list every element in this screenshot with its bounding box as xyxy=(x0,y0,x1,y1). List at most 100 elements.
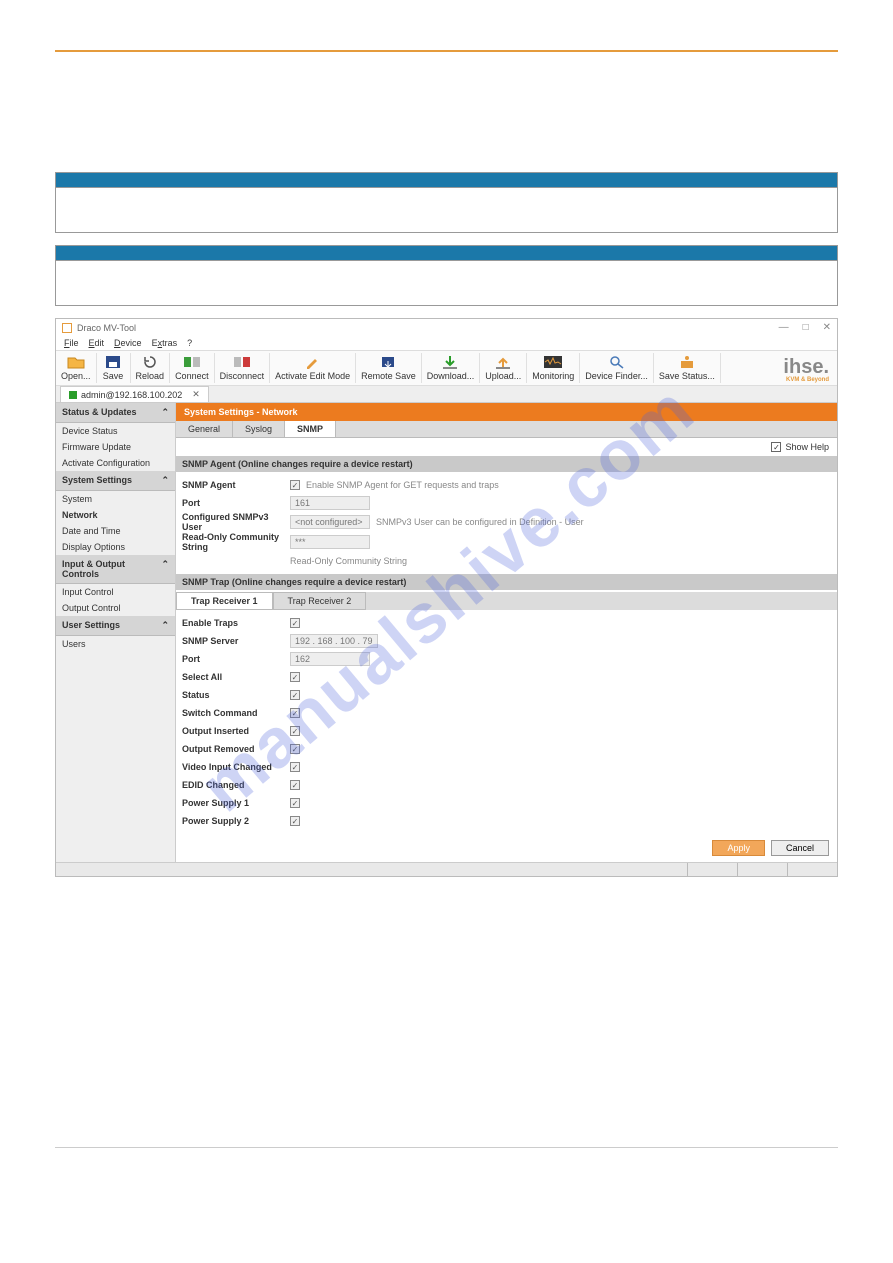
output-removed-check[interactable]: ✓ xyxy=(290,744,300,754)
app-icon xyxy=(62,323,72,333)
box1-body xyxy=(55,188,838,233)
disconnect-button[interactable]: Disconnect xyxy=(215,353,271,383)
menu-device[interactable]: Device xyxy=(114,338,142,348)
reload-button[interactable]: Reload xyxy=(131,353,171,383)
menu-extras[interactable]: Extras xyxy=(152,338,178,348)
video-changed-check[interactable]: ✓ xyxy=(290,762,300,772)
cancel-button[interactable]: Cancel xyxy=(771,840,829,856)
tab-snmp[interactable]: SNMP xyxy=(285,421,336,437)
window-titlebar: Draco MV-Tool — □ ✕ xyxy=(56,319,837,336)
output-inserted-label: Output Inserted xyxy=(182,726,290,736)
save-status-button[interactable]: Save Status... xyxy=(654,353,721,383)
enable-traps-check[interactable]: ✓ xyxy=(290,618,300,628)
snmp-server-input[interactable]: 192 . 168 . 100 . 79 xyxy=(290,634,378,648)
switch-cmd-check[interactable]: ✓ xyxy=(290,708,300,718)
remote-save-icon xyxy=(379,355,397,369)
sidebar-group-io[interactable]: Input & Output Controls⌃ xyxy=(56,555,175,584)
download-button[interactable]: Download... xyxy=(422,353,481,383)
upload-button[interactable]: Upload... xyxy=(480,353,527,383)
sidebar-item-system[interactable]: System xyxy=(56,491,175,507)
menu-file[interactable]: File xyxy=(64,338,79,348)
box2-header xyxy=(55,245,838,261)
tab-syslog[interactable]: Syslog xyxy=(233,421,285,437)
agent-port-input[interactable]: 161 xyxy=(290,496,370,510)
snmpv3-user-input[interactable]: <not configured> xyxy=(290,515,370,529)
snmp-agent-label: SNMP Agent xyxy=(182,480,290,490)
snmp-server-label: SNMP Server xyxy=(182,636,290,646)
snmpv3-user-label: Configured SNMPv3 User xyxy=(182,512,290,532)
savestatus-label: Save Status... xyxy=(659,371,715,381)
community-input[interactable]: *** xyxy=(290,535,370,549)
save-label: Save xyxy=(103,371,124,381)
snmp-agent-check[interactable]: ✓ xyxy=(290,480,300,490)
apply-button[interactable]: Apply xyxy=(712,840,765,856)
tab-general[interactable]: General xyxy=(176,421,233,437)
sidebar-item-activate-config[interactable]: Activate Configuration xyxy=(56,455,175,471)
sidebar-item-device-status[interactable]: Device Status xyxy=(56,423,175,439)
video-changed-label: Video Input Changed xyxy=(182,762,290,772)
sidebar-group-user[interactable]: User Settings⌃ xyxy=(56,616,175,636)
menu-edit[interactable]: Edit xyxy=(89,338,105,348)
trap-tabs: Trap Receiver 1 Trap Receiver 2 xyxy=(176,592,837,610)
connect-label: Connect xyxy=(175,371,209,381)
minimize-button[interactable]: — xyxy=(779,322,789,333)
menu-help[interactable]: ? xyxy=(187,338,192,348)
show-help-row: ✓ Show Help xyxy=(176,438,837,456)
trap-port-label: Port xyxy=(182,654,290,664)
sidebar-group-status[interactable]: Status & Updates⌃ xyxy=(56,403,175,423)
info-box-1 xyxy=(55,172,838,233)
tab-trap-receiver-1[interactable]: Trap Receiver 1 xyxy=(176,592,273,610)
close-tab-icon[interactable]: ✕ xyxy=(192,389,200,400)
show-help-check[interactable]: ✓ xyxy=(771,442,781,452)
chevron-up-icon: ⌃ xyxy=(161,620,169,631)
sub-tabs: General Syslog SNMP xyxy=(176,421,837,438)
ps1-label: Power Supply 1 xyxy=(182,798,290,808)
monitoring-icon xyxy=(544,355,562,369)
open-button[interactable]: Open... xyxy=(56,353,97,383)
devicefinder-label: Device Finder... xyxy=(585,371,648,381)
sidebar-item-display[interactable]: Display Options xyxy=(56,539,175,555)
connect-button[interactable]: Connect xyxy=(170,353,215,383)
sidebar-item-output-ctrl[interactable]: Output Control xyxy=(56,600,175,616)
box2-body xyxy=(55,261,838,306)
reload-icon xyxy=(141,355,159,369)
save-button[interactable]: Save xyxy=(97,353,131,383)
ps2-label: Power Supply 2 xyxy=(182,816,290,826)
sidebar-item-users[interactable]: Users xyxy=(56,636,175,652)
edid-changed-check[interactable]: ✓ xyxy=(290,780,300,790)
panel-title: System Settings - Network xyxy=(176,403,837,421)
sidebar-item-network[interactable]: Network xyxy=(56,507,175,523)
open-label: Open... xyxy=(61,371,91,381)
maximize-button[interactable]: □ xyxy=(803,322,809,333)
activate-edit-button[interactable]: Activate Edit Mode xyxy=(270,353,356,383)
ps2-check[interactable]: ✓ xyxy=(290,816,300,826)
section-snmp-trap: SNMP Trap (Online changes require a devi… xyxy=(176,574,837,590)
disconnect-label: Disconnect xyxy=(220,371,265,381)
sidebar-item-input-ctrl[interactable]: Input Control xyxy=(56,584,175,600)
select-all-check[interactable]: ✓ xyxy=(290,672,300,682)
ps1-check[interactable]: ✓ xyxy=(290,798,300,808)
connection-tab[interactable]: admin@192.168.100.202 ✕ xyxy=(60,386,209,402)
footer-rule xyxy=(55,1147,838,1148)
trap-port-input[interactable]: 162 xyxy=(290,652,370,666)
chevron-up-icon: ⌃ xyxy=(161,407,169,418)
close-button[interactable]: ✕ xyxy=(823,322,831,333)
status-trap-label: Status xyxy=(182,690,290,700)
download-label: Download... xyxy=(427,371,475,381)
connect-icon xyxy=(183,355,201,369)
output-inserted-check[interactable]: ✓ xyxy=(290,726,300,736)
chevron-up-icon: ⌃ xyxy=(161,475,169,486)
device-finder-button[interactable]: Device Finder... xyxy=(580,353,654,383)
sidebar-group-system[interactable]: System Settings⌃ xyxy=(56,471,175,491)
tab-trap-receiver-2[interactable]: Trap Receiver 2 xyxy=(273,592,367,610)
button-row: Apply Cancel xyxy=(176,834,837,862)
monitoring-button[interactable]: Monitoring xyxy=(527,353,580,383)
sidebar-item-firmware[interactable]: Firmware Update xyxy=(56,439,175,455)
status-trap-check[interactable]: ✓ xyxy=(290,690,300,700)
sidebar-item-datetime[interactable]: Date and Time xyxy=(56,523,175,539)
activate-label: Activate Edit Mode xyxy=(275,371,350,381)
remote-save-button[interactable]: Remote Save xyxy=(356,353,422,383)
download-icon xyxy=(441,355,459,369)
output-removed-label: Output Removed xyxy=(182,744,290,754)
top-rule xyxy=(55,50,838,52)
